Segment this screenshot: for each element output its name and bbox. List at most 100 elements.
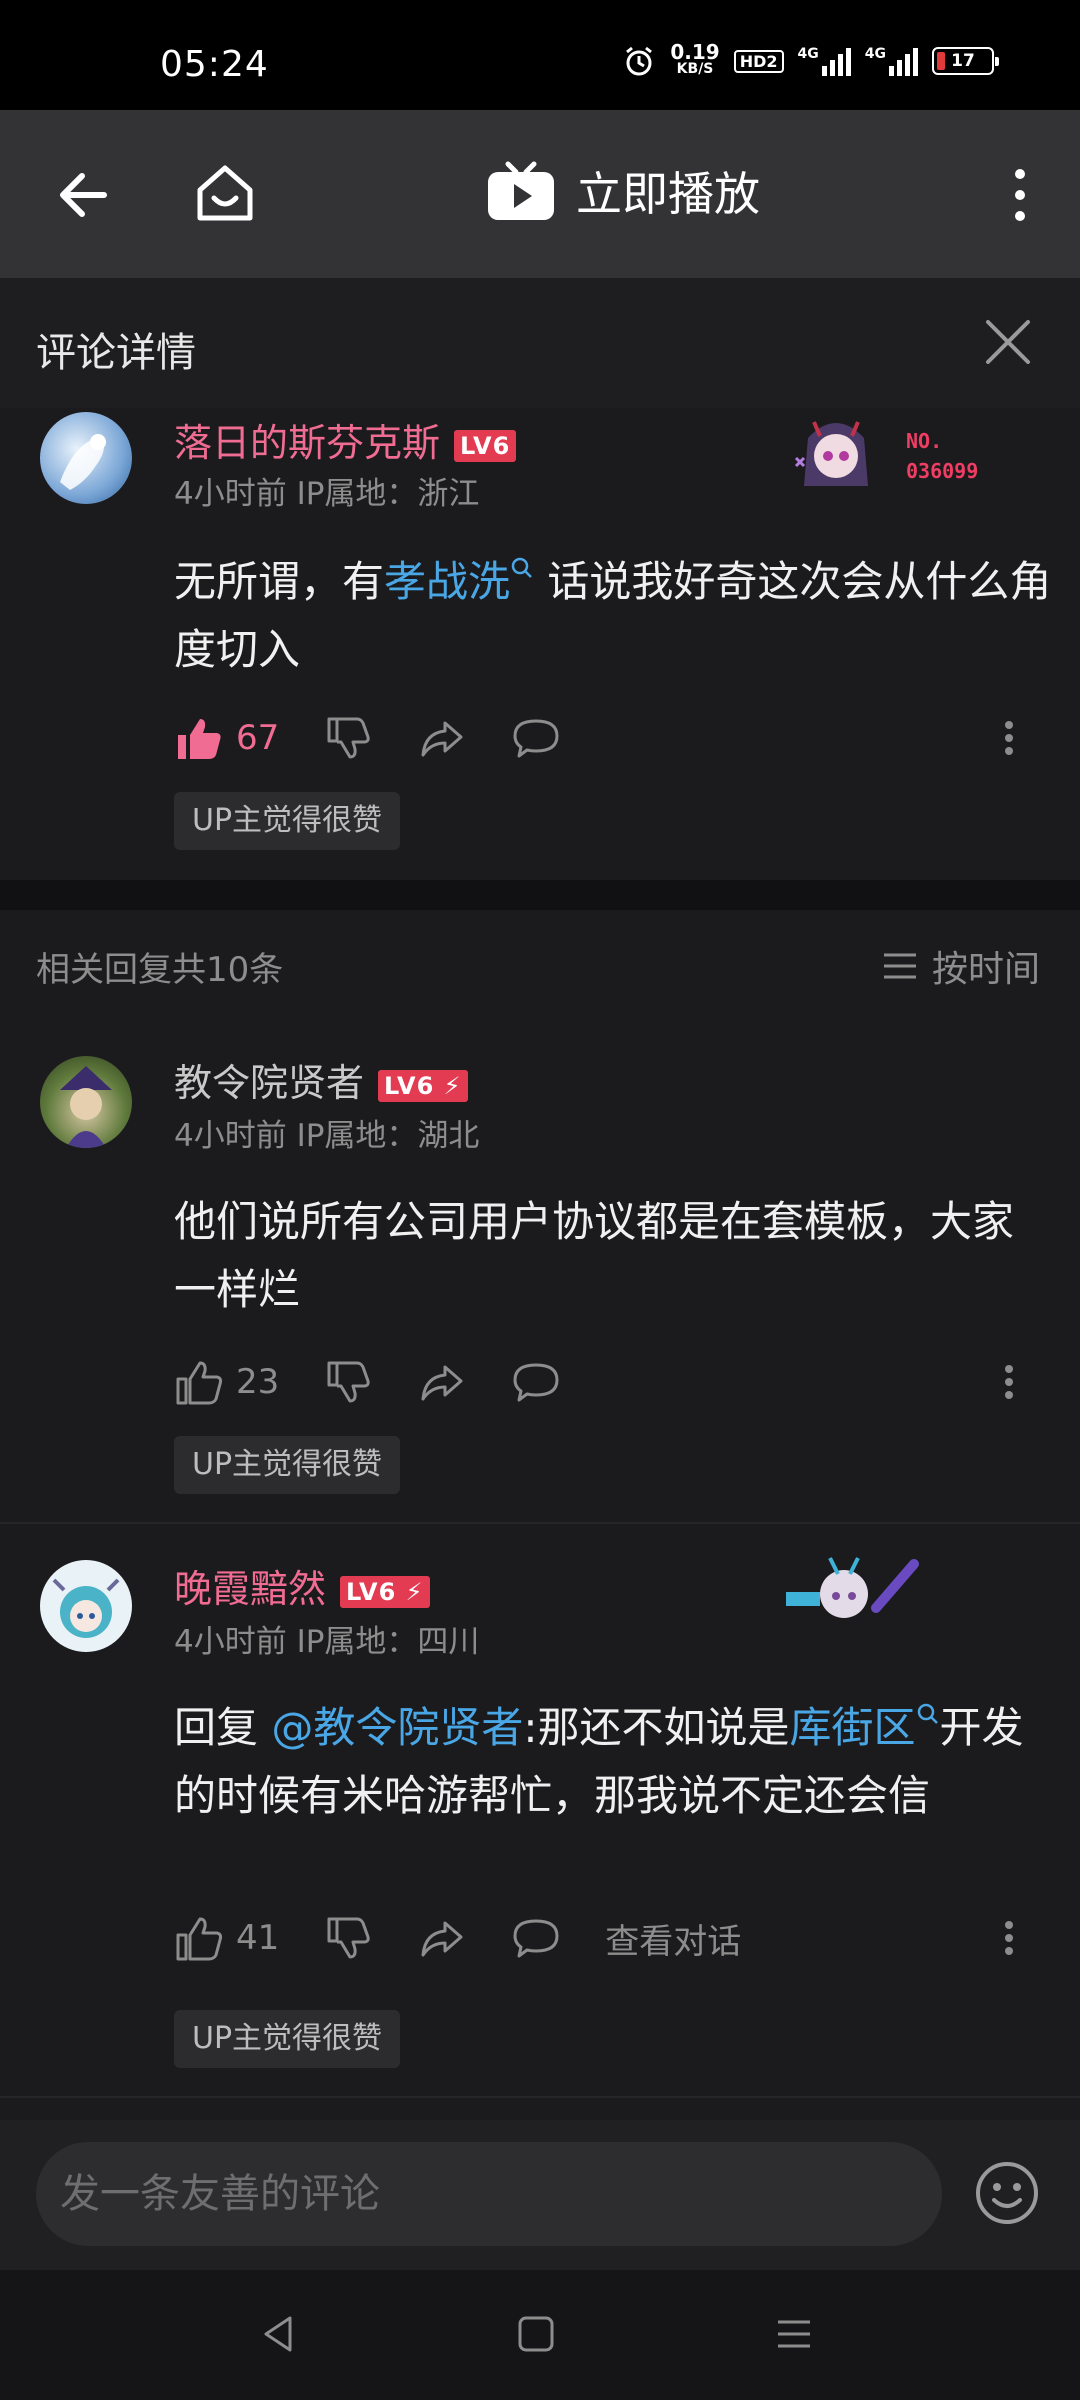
sort-label: 按时间 [931,949,1040,990]
comment-actions: 67 [174,708,1034,768]
level-badge-text: LV6 [346,1577,397,1606]
up-liked-badge: UP主觉得很赞 [174,792,401,850]
comment-text-a: 无所谓，有 [174,557,385,606]
up-liked-badge: UP主觉得很赞 [174,1436,401,1494]
level-badge-text: LV6 [384,1071,435,1100]
comment-input[interactable]: 发一条友善的评论 [36,2142,942,2246]
more-options-icon[interactable] [984,1913,1034,1963]
share-icon [421,1365,463,1401]
thumbs-down-icon [327,1917,370,1959]
comment-text: 他们说所有公司用户协议都是在套模板，大家一样烂 [174,1197,1015,1314]
thumbs-up-icon [176,1917,223,1961]
share-button[interactable] [417,713,467,763]
main-comment: 落日的斯芬克斯 LV6 NO. 036099 4小时前 IP属地：浙江 无所谓，有… [0,408,1080,880]
section-separator [0,880,1080,910]
close-icon[interactable] [980,314,1036,370]
battery-level: 17 [951,51,975,71]
like-count: 41 [236,1918,280,1958]
comment-bubble-icon [513,1363,559,1402]
level-badge: LV6 ⚡ [340,1575,430,1608]
like-button[interactable]: 67 [174,713,279,763]
more-options-icon[interactable] [984,1357,1034,1407]
reply-button[interactable] [511,1913,561,1963]
avatar-image [52,1578,120,1638]
nav-menu-icon[interactable] [772,2312,816,2356]
avatar-image [60,434,106,490]
status-bar: 05:24 0.19 KB/S HD2 4G 4G 17 [0,0,1080,110]
comment-username[interactable]: 落日的斯芬克斯 LV6 [174,412,517,467]
dislike-button[interactable] [323,1913,373,1963]
avatar[interactable] [40,1560,132,1652]
fan-card-avatar-icon [794,421,868,486]
search-link[interactable]: 库街区 [790,1703,916,1752]
share-button[interactable] [417,1357,467,1407]
nav-back-icon[interactable] [256,2312,300,2356]
reply-count: 相关回复共10条 [36,950,284,990]
replies-header: 相关回复共10条 按时间 [0,910,1080,1020]
sort-button[interactable]: 按时间 [882,940,1040,992]
top-nav: 立即播放 [0,110,1080,278]
like-button[interactable]: 41 [174,1913,279,1963]
divider [0,1522,1080,1524]
fan-number: NO. 036099 [906,426,978,486]
net-speed-unit: KB/S [676,61,714,77]
dislike-button[interactable] [323,1357,373,1407]
nav-home-icon[interactable] [514,2312,558,2356]
search-icon [511,557,532,578]
more-vertical-icon[interactable] [1000,160,1040,230]
view-conversation-link[interactable]: 查看对话 [605,1914,741,1963]
dislike-button[interactable] [323,713,373,763]
search-icon [917,1703,938,1724]
fan-number-value: 036099 [906,459,979,483]
reply-item: 教令院贤者 LV6 ⚡ 4小时前 IP属地：湖北 他们说所有公司用户协议都是在套模… [0,1020,1080,1520]
level-badge: LV6 [454,429,517,462]
comment-meta: 4小时前 IP属地：浙江 [174,476,480,512]
share-icon [421,721,463,757]
reply-button[interactable] [511,713,561,763]
signal-1-icon: 4G [798,46,851,76]
reply-item: 晚霞黯然 LV6 ⚡ 4小时前 IP属地：四川 回复 @教令院贤者:那还不如说是库… [0,1526,1080,2116]
signal-2-label: 4G [864,46,886,62]
username-text: 教令院贤者 [174,1061,365,1105]
status-icons: 0.19 KB/S HD2 4G 4G 17 [622,42,999,78]
comment-username[interactable]: 晚霞黯然 LV6 ⚡ [174,1558,430,1613]
avatar-image [60,1066,112,1148]
comment-detail-header: 评论详情 [0,278,1080,408]
like-count: 23 [236,1362,280,1402]
tv-play-icon [488,161,554,220]
comment-input-bar: 发一条友善的评论 [0,2120,1080,2270]
emoji-icon[interactable] [974,2160,1040,2226]
share-button[interactable] [417,1913,467,1963]
thumbs-down-icon [327,717,370,759]
mention-link[interactable]: @教令院贤者 [271,1703,523,1752]
avatar[interactable] [40,1056,132,1148]
decoration-sticker-icon [786,1557,919,1618]
avatar[interactable] [40,412,132,504]
back-arrow-icon[interactable] [48,160,118,230]
more-options-icon[interactable] [984,713,1034,763]
level-badge: LV6 ⚡ [378,1069,468,1102]
reply-button[interactable] [511,1357,561,1407]
comment-username[interactable]: 教令院贤者 LV6 ⚡ [174,1052,468,1107]
signal-2-icon: 4G [865,46,918,76]
comment-actions: 41 查看对话 [174,1908,1034,1968]
thumbs-down-icon [327,1361,370,1403]
comment-meta: 4小时前 IP属地：四川 [174,1624,480,1660]
username-text: 晚霞黯然 [174,1567,327,1611]
signal-1-label: 4G [797,46,819,62]
status-time: 05:24 [160,44,269,85]
like-button[interactable]: 23 [174,1357,279,1407]
reply-prefix: 回复 [174,1703,272,1752]
comment-text: 回复 @教令院贤者:那还不如说是库街区 开发的时候有米哈游帮忙，那我说不定还会信 [174,1694,1054,1830]
battery-icon: 17 [932,47,999,75]
username-text: 落日的斯芬克斯 [174,421,441,465]
fan-number-label: NO. [906,429,943,453]
page-title: 评论详情 [36,330,196,376]
comment-bubble-icon [513,1919,559,1958]
home-icon[interactable] [190,158,260,228]
play-now-button[interactable]: 立即播放 [486,158,760,224]
up-liked-badge: UP主觉得很赞 [174,2010,401,2068]
divider [0,2096,1080,2098]
search-link[interactable]: 孝战洗 [384,557,510,606]
list-icon [883,953,916,979]
